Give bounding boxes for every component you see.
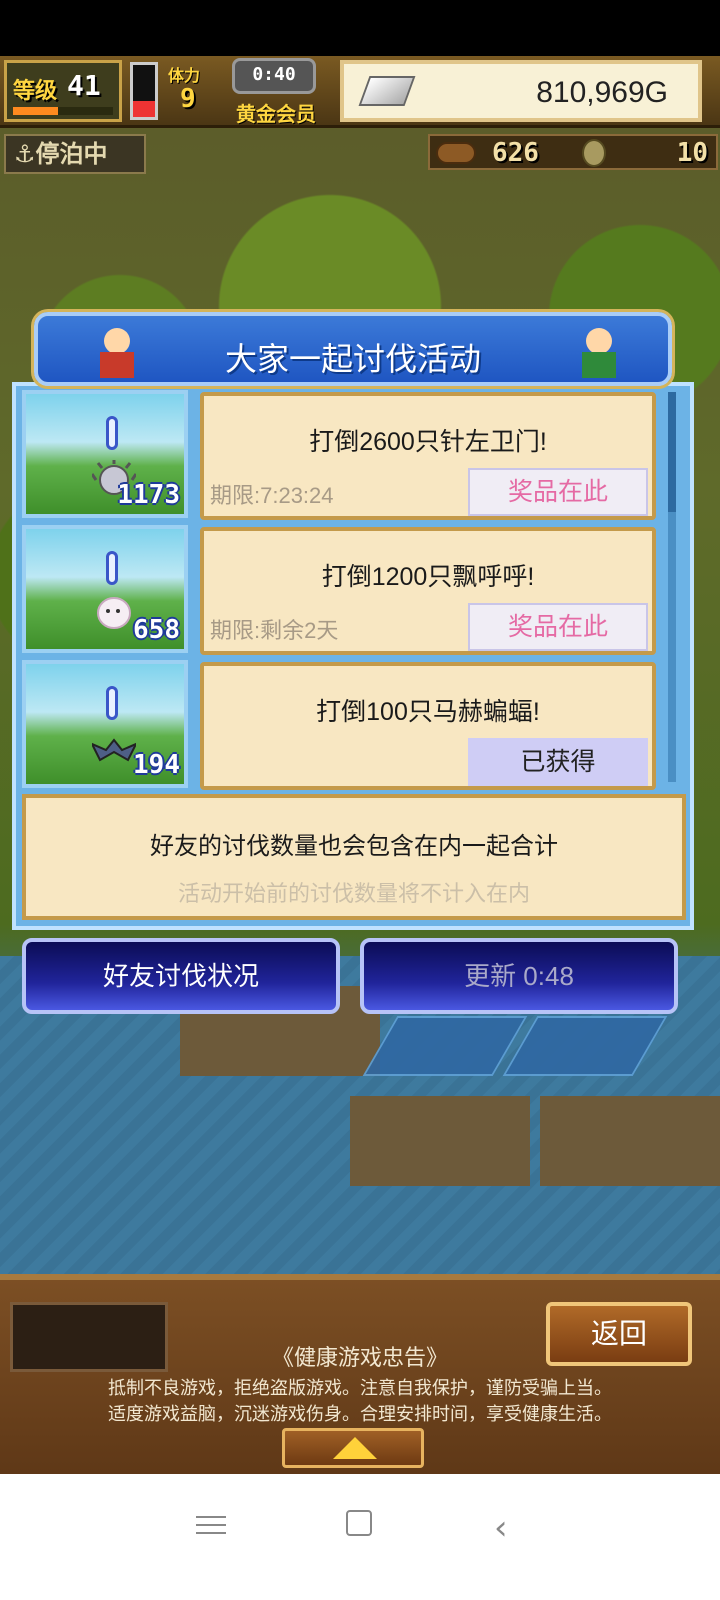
refresh-button[interactable]: 更新 0:48: [360, 938, 678, 1014]
quest-row: 194 打倒100只马赫蝙蝠! 已获得: [22, 658, 658, 790]
quest-thumbnail: 658: [22, 525, 188, 653]
bat-icon: [92, 738, 136, 762]
quest-row: 1173 打倒2600只针左卫门! 期限:7:23:24 奖品在此: [22, 388, 658, 520]
grass-block: [540, 1096, 720, 1186]
quest-card: 打倒1200只飘呼呼! 期限:剩余2天 奖品在此: [200, 527, 656, 655]
quest-row: 658 打倒1200只飘呼呼! 期限:剩余2天 奖品在此: [22, 523, 658, 655]
exclamation-icon: [106, 686, 118, 720]
stamina-value: 9: [180, 84, 196, 114]
character-head: [586, 328, 612, 354]
bottom-bar: 返回 《健康游戏忠告》 抵制不良游戏，拒绝盗版游戏。注意自我保护，谨防受骗上当。…: [0, 1274, 720, 1500]
stamina-timer: 0:40: [232, 58, 316, 94]
exclamation-icon: [106, 551, 118, 585]
level-label: 等级: [13, 79, 58, 104]
sailor-character-icon: [574, 320, 622, 380]
scrollbar-thumb[interactable]: [668, 392, 676, 512]
info-box: 好友的讨伐数量也会包含在内一起合计 活动开始前的讨伐数量将不计入在内: [22, 794, 686, 920]
quest-deadline: 期限:剩余2天: [210, 618, 339, 643]
level-value: 41: [67, 69, 101, 102]
level-panel: 等级 41: [4, 60, 122, 122]
vip-label: 黄金会员: [236, 102, 316, 126]
wood-amount: 626: [492, 138, 539, 168]
resource-panel: 626 10: [428, 134, 718, 170]
stamina-label: 体力: [168, 66, 201, 85]
prize-button[interactable]: 奖品在此: [468, 468, 648, 516]
status-bar: [0, 0, 720, 56]
home-icon[interactable]: [346, 1510, 372, 1536]
health-notice-title: 《健康游戏忠告》: [271, 1345, 448, 1370]
silver-bar-icon: [358, 76, 416, 106]
quest-kill-count: 194: [133, 750, 180, 780]
quest-kill-count: 1173: [117, 480, 180, 510]
event-header: 大家一起讨伐活动: [34, 312, 672, 386]
back-chevron-icon[interactable]: ‹: [494, 1508, 508, 1548]
exclamation-icon: [106, 416, 118, 450]
level-exp-bar: [13, 107, 113, 115]
quest-title: 打倒2600只针左卫门!: [309, 428, 547, 456]
health-notice-line: 抵制不良游戏，拒绝盗版游戏。注意自我保护，谨防受骗上当。: [108, 1378, 612, 1398]
gold-panel[interactable]: 810,969G: [340, 60, 702, 122]
system-navigation-bar: ‹: [0, 1474, 720, 1600]
anchor-status: ⚓停泊中: [4, 134, 146, 174]
menu-icon[interactable]: [196, 1510, 226, 1536]
expand-button[interactable]: [282, 1428, 424, 1468]
stamina-gauge: [130, 62, 158, 120]
gold-amount: 810,969G: [536, 76, 668, 109]
quest-list-scrollbar[interactable]: [668, 392, 676, 782]
quest-title: 打倒100只马赫蝙蝠!: [316, 698, 540, 726]
quest-card: 打倒2600只针左卫门! 期限:7:23:24 奖品在此: [200, 392, 656, 520]
health-notice-line: 适度游戏益脑，沉迷游戏伤身。合理安排时间，享受健康生活。: [108, 1404, 612, 1424]
ghost-icon: [97, 597, 131, 629]
arrow-up-icon: [333, 1437, 377, 1459]
grass-block: [350, 1096, 530, 1186]
quest-thumbnail: 194: [22, 660, 188, 788]
stamina-fill: [133, 101, 155, 117]
medal-icon: [582, 139, 606, 167]
quest-deadline: 期限:7:23:24: [210, 483, 334, 508]
quest-thumbnail: 1173: [22, 390, 188, 518]
friends-status-button[interactable]: 好友讨伐状况: [22, 938, 340, 1014]
character-body: [582, 352, 616, 378]
quest-card: 打倒100只马赫蝙蝠! 已获得: [200, 662, 656, 790]
quest-title: 打倒1200只飘呼呼!: [321, 563, 535, 591]
prize-button[interactable]: 奖品在此: [468, 603, 648, 651]
quest-kill-count: 658: [133, 615, 180, 645]
info-sub-text: 活动开始前的讨伐数量将不计入在内: [177, 881, 530, 906]
obtained-button[interactable]: 已获得: [468, 738, 648, 786]
level-exp-fill: [13, 107, 58, 115]
info-main-text: 好友的讨伐数量也会包含在内一起合计: [150, 833, 558, 860]
medal-amount: 10: [676, 138, 708, 168]
wood-log-icon: [436, 142, 476, 164]
